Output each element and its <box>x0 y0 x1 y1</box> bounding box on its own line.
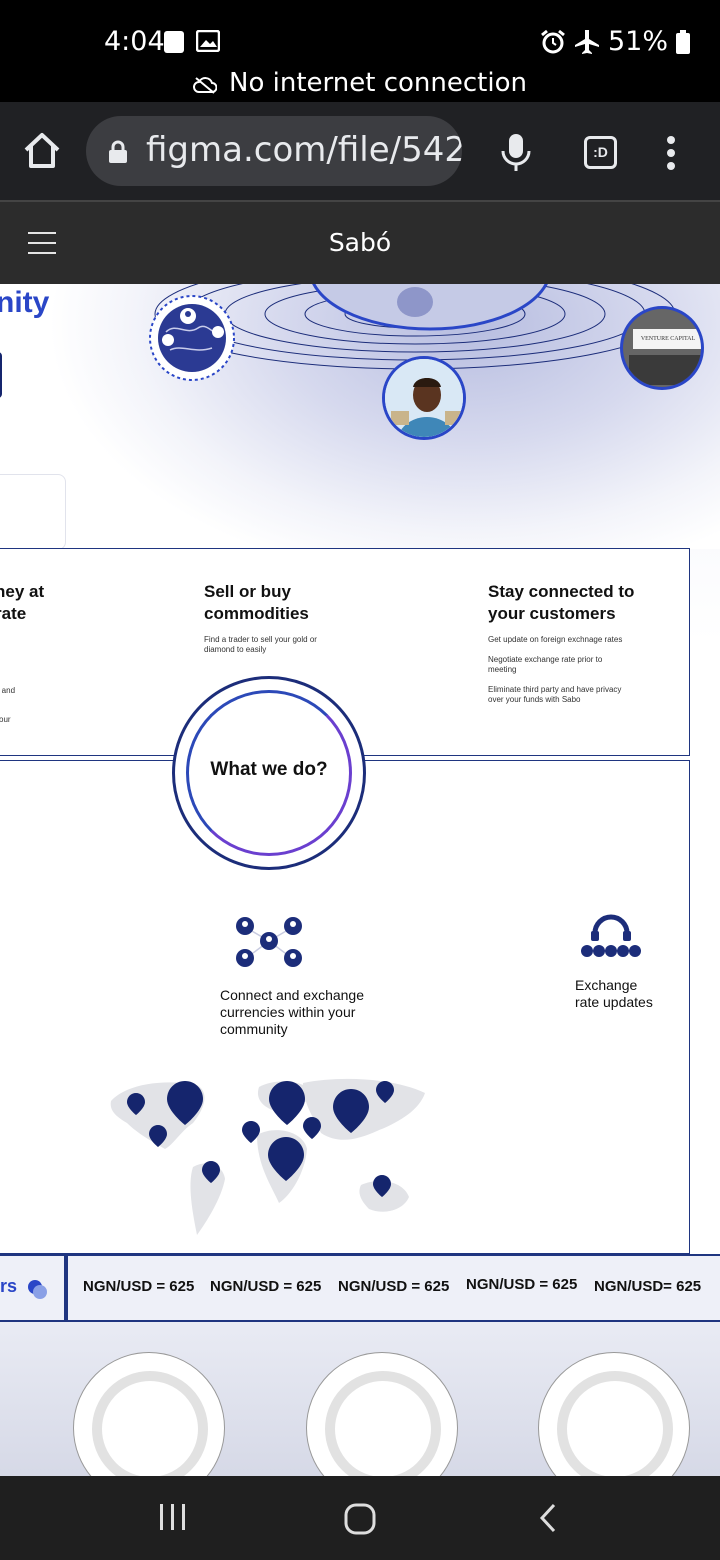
faint-card <box>0 474 66 550</box>
tab-switcher-button[interactable]: :D <box>584 136 617 169</box>
address-bar[interactable]: figma.com/file/542 <box>86 116 462 186</box>
col1-title-line2: rate <box>0 604 27 623</box>
url-text: figma.com/file/542 <box>146 130 462 170</box>
recent-apps-icon[interactable] <box>158 1502 188 1532</box>
status-bar: 4:04 51% No internet connection <box>0 0 720 102</box>
offline-banner: No internet connection <box>0 68 720 98</box>
rate-ticker: rs NGN/USD = 625 NGN/USD = 625 NGN/USD =… <box>0 1254 720 1322</box>
offline-text: No internet connection <box>229 68 527 98</box>
home-nav-icon[interactable] <box>343 1502 377 1536</box>
more-options-icon[interactable] <box>664 136 678 170</box>
sabo-logo-icon <box>28 1280 47 1299</box>
notification-icon <box>164 31 184 53</box>
battery-icon <box>676 29 690 54</box>
ticker-left-label: rs <box>0 1276 18 1296</box>
browser-toolbar: figma.com/file/542 :D <box>0 102 720 200</box>
design-canvas[interactable]: VENTURE CAPITAL nity ney at rate e and y… <box>0 284 720 1476</box>
community-network-icon <box>236 917 302 967</box>
mic-icon[interactable] <box>500 132 532 172</box>
col3-bullet2-line2: meeting <box>488 665 517 674</box>
col3-bullet3-line1: Eliminate third party and have privacy <box>488 685 622 694</box>
col3-title-line2: your customers <box>488 604 616 623</box>
hero-heading-partial: nity <box>0 286 50 319</box>
ticker-item: NGN/USD = 625 <box>466 1276 578 1293</box>
placeholder-circle <box>73 1352 225 1476</box>
col1-text-b: your <box>0 715 11 724</box>
feature1-line3: community <box>220 1021 288 1037</box>
system-nav-bar <box>0 1476 720 1560</box>
col3-bullet2-line1: Negotiate exchange rate prior to <box>488 655 603 664</box>
bottom-section <box>0 1322 720 1476</box>
hero-button-edge[interactable] <box>0 352 2 398</box>
what-we-do-panel: Connect and exchange currencies within y… <box>0 760 690 1254</box>
status-time: 4:04 <box>104 26 165 57</box>
col2-desc-line2: diamond to easily <box>204 645 267 654</box>
airplane-icon <box>574 29 599 54</box>
ticker-item: NGN/USD= 625 <box>594 1278 702 1295</box>
lock-icon <box>109 140 127 163</box>
feature2-line1: Exchange <box>575 977 638 993</box>
back-icon[interactable] <box>538 1502 558 1534</box>
status-right: 51% <box>540 26 690 57</box>
person-avatar <box>382 356 466 440</box>
col2-title-line2: commodities <box>204 604 309 623</box>
map-pins <box>127 1081 394 1197</box>
ticker-item: NGN/USD = 625 <box>210 1278 322 1295</box>
exchange-rate-icon <box>581 914 641 957</box>
community-globe-icon <box>149 295 235 381</box>
venture-capital-badge: VENTURE CAPITAL <box>620 306 704 390</box>
file-title: Sabó <box>328 228 392 257</box>
venture-capital-label: VENTURE CAPITAL <box>633 329 701 349</box>
ticker-divider <box>64 1256 68 1322</box>
placeholder-circle <box>306 1352 458 1476</box>
alarm-icon <box>541 29 565 53</box>
feature1-line2: currencies within your <box>220 1004 356 1020</box>
col1-title-line1: ney at <box>0 582 45 601</box>
placeholder-circle <box>538 1352 690 1476</box>
home-icon[interactable] <box>22 130 62 170</box>
what-we-do-title: What we do? <box>210 759 328 780</box>
figma-header: Sabó <box>0 200 720 284</box>
col3-bullet1: Get update on foreign exchnage rates <box>488 635 623 644</box>
feature2-line2: rate updates <box>575 994 653 1010</box>
feature1-line1: Connect and exchange <box>220 987 364 1003</box>
battery-percent: 51% <box>607 26 668 57</box>
col2-desc-line1: Find a trader to sell your gold or <box>204 635 317 644</box>
col1-text-a: e and <box>0 686 16 695</box>
gallery-icon <box>196 30 220 52</box>
col2-title-line1: Sell or buy <box>204 582 291 601</box>
what-we-do-badge: What we do? <box>172 676 366 870</box>
col3-title-line1: Stay connected to <box>488 582 635 601</box>
ticker-item: NGN/USD = 625 <box>83 1278 195 1295</box>
cloud-off-icon <box>193 77 218 94</box>
ticker-item: NGN/USD = 625 <box>338 1278 450 1295</box>
col3-bullet3-line2: over your funds with Sabo <box>488 695 581 704</box>
